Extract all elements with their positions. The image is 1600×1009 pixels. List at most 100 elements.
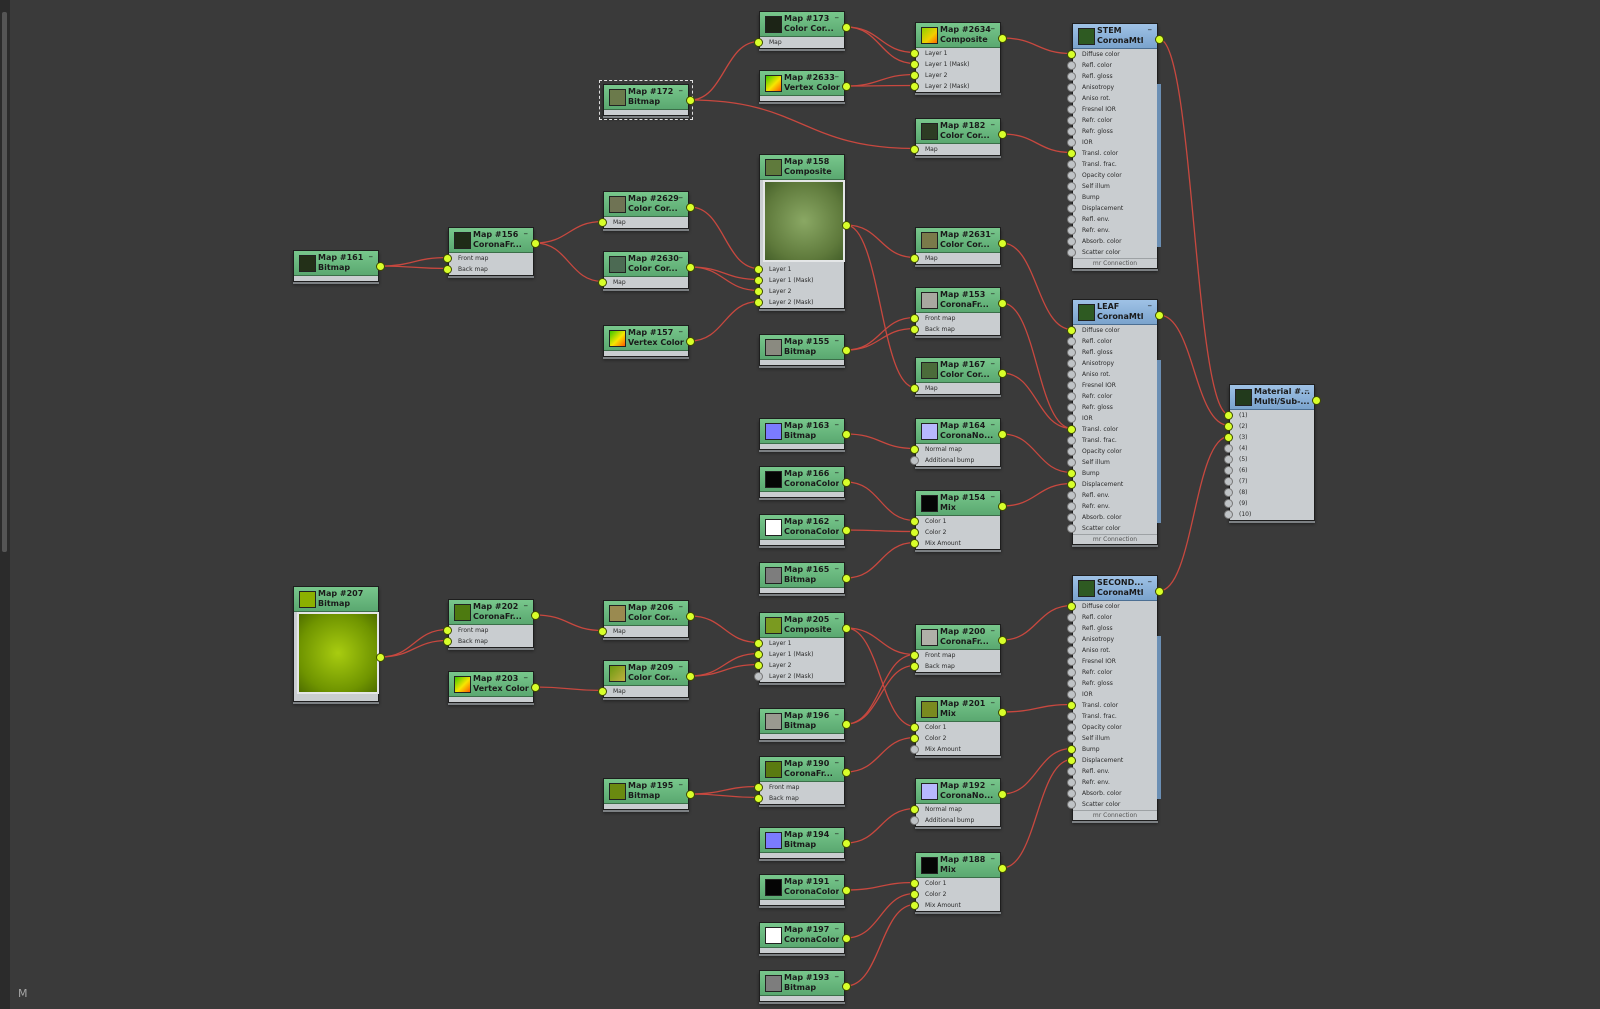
node-header[interactable]: Map #194 Bitmap – — [760, 828, 844, 853]
output-socket[interactable] — [686, 263, 695, 272]
collapse-icon[interactable]: – — [835, 13, 840, 23]
input-socket[interactable] — [1067, 523, 1076, 533]
node-header[interactable]: Map #153 CoronaFr... – — [916, 288, 1000, 313]
input-socket[interactable] — [910, 313, 919, 323]
input-socket[interactable] — [1067, 214, 1076, 224]
input-socket[interactable] — [598, 626, 607, 636]
output-socket[interactable] — [998, 130, 1007, 139]
node-header[interactable]: Map #200 CoronaFr... – — [916, 625, 1000, 650]
input-socket[interactable] — [910, 81, 919, 91]
output-socket[interactable] — [842, 574, 851, 583]
wire-n166-to-n154[interactable] — [845, 481, 916, 522]
node-header[interactable]: Map #162 CoronaColor – — [760, 515, 844, 540]
collapse-icon[interactable]: – — [835, 924, 840, 934]
input-socket[interactable] — [443, 625, 452, 635]
input-socket[interactable] — [1224, 432, 1233, 442]
input-socket[interactable] — [910, 70, 919, 80]
input-socket[interactable] — [910, 650, 919, 660]
wire-second-to-multi[interactable] — [1158, 435, 1230, 592]
input-socket[interactable] — [1067, 115, 1076, 125]
node-header[interactable]: Map #202 CoronaFr... – — [449, 600, 533, 625]
map-node-n153[interactable]: Map #153 CoronaFr... – Front map Back map — [915, 287, 1001, 336]
wire-n172-to-n182[interactable] — [689, 99, 916, 150]
map-node-n207[interactable]: Map #207 Bitmap — [293, 586, 379, 702]
output-socket[interactable] — [531, 611, 540, 620]
collapse-icon[interactable]: – — [679, 193, 684, 203]
input-socket[interactable] — [910, 516, 919, 526]
collapse-icon[interactable]: – — [835, 614, 840, 624]
wire-n163-to-n164[interactable] — [845, 433, 916, 450]
map-node-n2629[interactable]: Map #2629 Color Cor... – Map — [603, 191, 689, 229]
node-header[interactable]: Map #207 Bitmap — [294, 587, 378, 612]
output-socket[interactable] — [686, 96, 695, 105]
input-socket[interactable] — [1067, 60, 1076, 70]
output-socket[interactable] — [842, 82, 851, 91]
node-header[interactable]: Map #161 Bitmap – — [294, 251, 378, 276]
map-node-n161[interactable]: Map #161 Bitmap – — [293, 250, 379, 282]
node-header[interactable]: Map #172 Bitmap – — [604, 85, 688, 110]
collapse-icon[interactable]: – — [835, 420, 840, 430]
input-socket[interactable] — [910, 661, 919, 671]
material-node-leaf[interactable]: LEAF CoronaMtl – Diffuse color Refl. color Re… — [1072, 299, 1161, 545]
wire-n2633-to-n2634[interactable] — [845, 73, 916, 87]
input-socket[interactable] — [1067, 678, 1076, 688]
map-node-n2634[interactable]: Map #2634 Composite – Layer 1 Layer 1 (Mask)… — [915, 22, 1001, 93]
node-header[interactable]: STEM CoronaMtl – — [1073, 24, 1157, 49]
wire-n158-to-n167[interactable] — [845, 224, 916, 389]
wire-n203-to-n209[interactable] — [534, 686, 604, 692]
input-socket[interactable] — [1067, 799, 1076, 809]
node-header[interactable]: Map #2629 Color Cor... – — [604, 192, 688, 217]
node-header[interactable]: Map #158 Composite — [760, 155, 844, 180]
node-header[interactable]: Map #190 CoronaFr... – — [760, 757, 844, 782]
material-node-multi[interactable]: Material #... Multi/Sub-... – (1) (2) (3) (4) (… — [1229, 384, 1315, 521]
output-socket[interactable] — [842, 23, 851, 32]
output-socket[interactable] — [998, 239, 1007, 248]
input-socket[interactable] — [910, 538, 919, 548]
map-node-n2631[interactable]: Map #2631 Color Cor... – Map — [915, 227, 1001, 265]
node-header[interactable]: Map #205 Composite – — [760, 613, 844, 638]
wire-n2634-to-stem[interactable] — [1001, 37, 1073, 55]
node-header[interactable]: Map #167 Color Cor... – — [916, 358, 1000, 383]
input-socket[interactable] — [1067, 203, 1076, 213]
material-node-stem[interactable]: STEM CoronaMtl – Diffuse color Refl. color Re… — [1072, 23, 1161, 269]
input-socket[interactable] — [1067, 722, 1076, 732]
input-socket[interactable] — [1067, 711, 1076, 721]
output-socket[interactable] — [842, 624, 851, 633]
node-header[interactable]: Map #203 Vertex Color – — [449, 672, 533, 697]
wire-n172-to-n173[interactable] — [689, 40, 760, 101]
output-socket[interactable] — [842, 720, 851, 729]
map-node-n196[interactable]: Map #196 Bitmap – — [759, 708, 845, 740]
output-socket[interactable] — [686, 672, 695, 681]
input-socket[interactable] — [1224, 476, 1233, 486]
output-socket[interactable] — [531, 683, 540, 692]
input-socket[interactable] — [1067, 424, 1076, 434]
output-socket[interactable] — [998, 34, 1007, 43]
input-socket[interactable] — [1067, 435, 1076, 445]
input-socket[interactable] — [598, 217, 607, 227]
output-socket[interactable] — [376, 653, 385, 662]
input-socket[interactable] — [1224, 487, 1233, 497]
input-socket[interactable] — [754, 264, 763, 274]
output-socket[interactable] — [686, 790, 695, 799]
node-header[interactable]: Map #173 Color Cor... – — [760, 12, 844, 37]
node-header[interactable]: Map #2633 Vertex Color – — [760, 71, 844, 96]
node-resize-edge[interactable] — [1157, 636, 1161, 799]
output-socket[interactable] — [842, 430, 851, 439]
map-node-n190[interactable]: Map #190 CoronaFr... – Front map Back map — [759, 756, 845, 805]
wire-n162-to-n154[interactable] — [845, 529, 916, 533]
collapse-icon[interactable]: – — [679, 253, 684, 263]
collapse-icon[interactable]: – — [835, 72, 840, 82]
map-node-n165[interactable]: Map #165 Bitmap – — [759, 562, 845, 594]
output-socket[interactable] — [998, 708, 1007, 717]
node-header[interactable]: LEAF CoronaMtl – — [1073, 300, 1157, 325]
collapse-icon[interactable]: – — [835, 972, 840, 982]
map-node-n164[interactable]: Map #164 CoronaNo... – Normal map Additional… — [915, 418, 1001, 467]
node-header[interactable]: Map #163 Bitmap – — [760, 419, 844, 444]
collapse-icon[interactable]: – — [679, 780, 684, 790]
input-socket[interactable] — [1067, 336, 1076, 346]
input-socket[interactable] — [910, 59, 919, 69]
collapse-icon[interactable]: – — [835, 758, 840, 768]
input-socket[interactable] — [443, 636, 452, 646]
input-socket[interactable] — [1067, 170, 1076, 180]
input-socket[interactable] — [1067, 733, 1076, 743]
